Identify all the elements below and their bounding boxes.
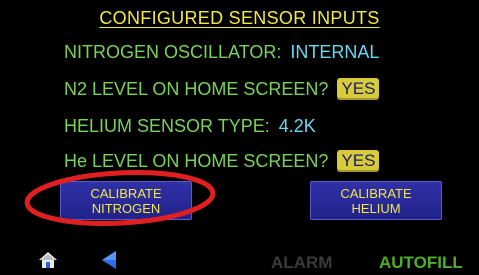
calibrate-nitrogen-line2: NITROGEN: [91, 200, 161, 216]
n2-home-row: N2 LEVEL ON HOME SCREEN? YES: [64, 78, 380, 100]
he-home-row: He LEVEL ON HOME SCREEN? YES: [64, 150, 380, 172]
calibrate-helium-line1: CALIBRATE: [340, 185, 412, 201]
nitrogen-oscillator-value[interactable]: INTERNAL: [290, 42, 379, 63]
alarm-status: ALARM: [271, 253, 333, 272]
calibrate-nitrogen-button[interactable]: CALIBRATE NITROGEN: [60, 181, 192, 220]
autofill-status: AUTOFILL: [379, 253, 463, 272]
helium-sensor-type-row: HELIUM SENSOR TYPE: 4.2K: [64, 116, 316, 137]
calibrate-nitrogen-line1: CALIBRATE: [90, 185, 162, 201]
calibrate-helium-button[interactable]: CALIBRATE HELIUM: [310, 181, 442, 220]
sensor-config-screen: CONFIGURED SENSOR INPUTS NITROGEN OSCILL…: [0, 0, 479, 275]
n2-home-yes-button[interactable]: YES: [337, 78, 380, 100]
n2-home-label: N2 LEVEL ON HOME SCREEN?: [64, 78, 329, 99]
he-home-yes-button[interactable]: YES: [337, 150, 380, 172]
helium-sensor-type-label: HELIUM SENSOR TYPE:: [64, 116, 270, 136]
back-arrow-icon[interactable]: [100, 250, 118, 270]
page-title: CONFIGURED SENSOR INPUTS: [99, 8, 380, 28]
nitrogen-oscillator-row: NITROGEN OSCILLATOR: INTERNAL: [64, 42, 379, 63]
nitrogen-oscillator-label: NITROGEN OSCILLATOR:: [64, 42, 282, 62]
helium-sensor-type-value[interactable]: 4.2K: [279, 116, 316, 137]
calibrate-helium-line2: HELIUM: [351, 200, 401, 216]
home-icon[interactable]: [38, 250, 58, 270]
he-home-label: He LEVEL ON HOME SCREEN?: [64, 150, 329, 171]
